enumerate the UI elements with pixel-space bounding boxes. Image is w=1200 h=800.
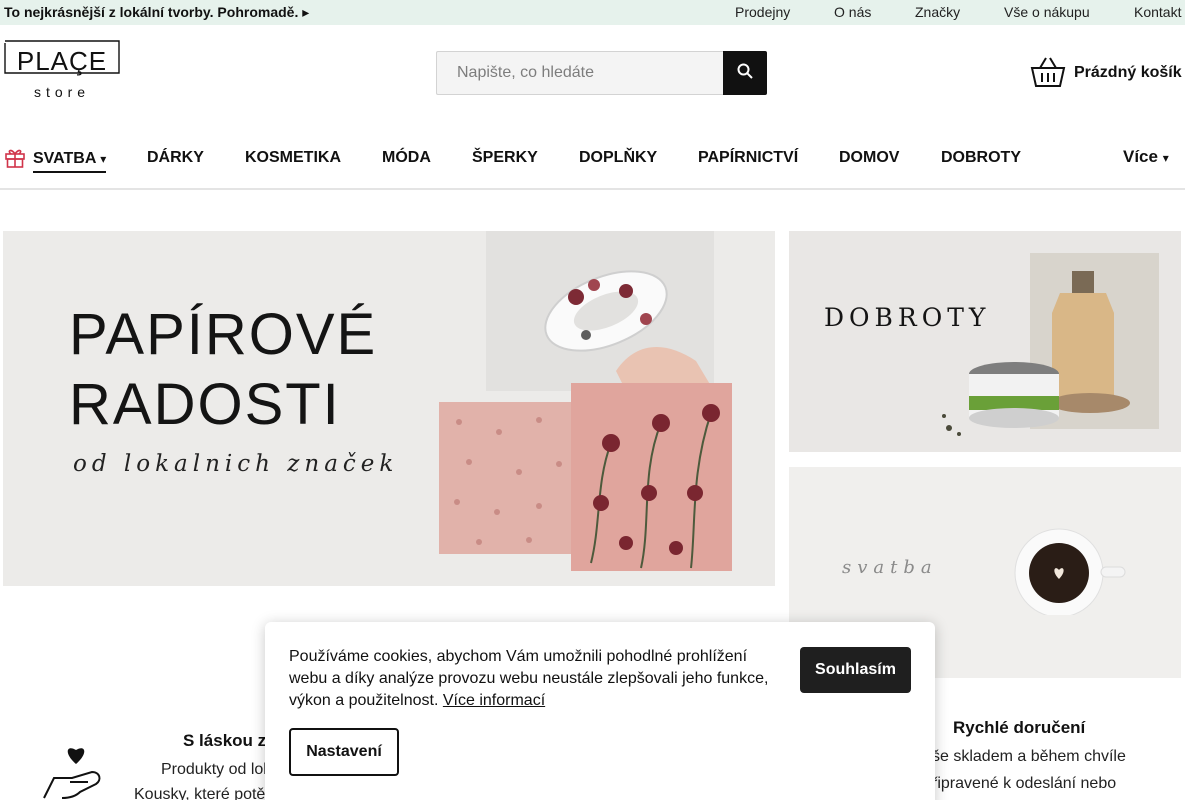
cart-label: Prázdný košík [1074, 64, 1182, 81]
chevron-icon: ▸ [302, 4, 310, 20]
cookie-settings-button[interactable]: Nastavení [289, 728, 399, 776]
cart[interactable]: Prázdný košík [1030, 55, 1185, 91]
paper-pattern-floral [571, 383, 732, 571]
banner-papirove-radosti[interactable]: PAPÍROVÉ RADOSTI od lokalnich značek [3, 231, 775, 586]
feature-love-text-2: Kousky, které potě [134, 786, 266, 800]
top-link-kontakt[interactable]: Kontakt [1134, 4, 1181, 20]
promo-text: To nejkrásnější z lokální tvorby. Pohrom… [4, 4, 310, 20]
nav-item-darky[interactable]: DÁRKY [147, 149, 204, 167]
nav-item-moda[interactable]: MÓDA [382, 149, 431, 167]
cookie-more-info-link[interactable]: Více informací [443, 692, 545, 709]
banner-subtitle: od lokalnich značek [73, 451, 399, 477]
banner-svatba-title: svatba [842, 557, 938, 578]
chevron-down-icon: ▾ [1162, 151, 1169, 165]
top-link-vse-o-nakupu[interactable]: Vše o nákupu [1004, 4, 1090, 20]
search-bar [436, 51, 767, 95]
cookie-message: Používáme cookies, abychom Vám umožnili … [289, 648, 769, 709]
logo[interactable]: PLAÇE store [4, 40, 120, 100]
nav-more-button[interactable]: Více ▾ [1123, 147, 1169, 167]
nav-item-kosmetika[interactable]: KOSMETIKA [245, 149, 341, 167]
nav-item-doplnky[interactable]: DOPLŇKY [579, 149, 657, 167]
top-link-o-nas[interactable]: O nás [834, 4, 871, 20]
chevron-down-icon: ▾ [100, 152, 107, 166]
banner-headline-1: PAPÍROVÉ [69, 302, 378, 367]
coffee-cup-image [1014, 528, 1126, 615]
nav-item-domov[interactable]: DOMOV [839, 149, 899, 167]
top-bar: To nejkrásnější z lokální tvorby. Pohrom… [0, 0, 1185, 25]
nav-item-label: SVATBA ▾ [33, 150, 107, 173]
search-icon [737, 63, 753, 79]
feature-delivery-title: Rychlé doručení [953, 718, 1086, 737]
nav-item-dobroty[interactable]: DOBROTY [941, 149, 1021, 167]
gift-icon [5, 149, 25, 168]
top-link-znacky[interactable]: Značky [915, 4, 960, 20]
top-link-prodejny[interactable]: Prodejny [735, 4, 790, 20]
tea-tin-image [942, 362, 1059, 436]
feature-delivery-text-2: řipravené k odeslání nebo [932, 775, 1117, 792]
search-button[interactable] [723, 51, 767, 95]
banner-headline-2: RADOSTI [69, 372, 341, 437]
cookie-consent-dialog: Používáme cookies, abychom Vám umožnili … [265, 622, 935, 800]
svg-text:PLAÇE: PLAÇE [17, 46, 107, 76]
banner-dobroty[interactable]: DOBROTY [789, 231, 1181, 452]
banner-dobroty-title: DOBROTY [824, 303, 991, 332]
basket-icon [1030, 57, 1066, 87]
page: To nejkrásnější z lokální tvorby. Pohrom… [0, 0, 1200, 800]
feature-delivery-text-1: še skladem a během chvíle [932, 748, 1126, 765]
main-nav: SVATBA ▾ DÁRKY KOSMETIKA MÓDA ŠPERKY DOP… [0, 130, 1185, 190]
logo-icon: PLAÇE store [4, 40, 120, 100]
nav-item-papirnictvi[interactable]: PAPÍRNICTVÍ [698, 149, 798, 167]
search-input[interactable] [436, 51, 724, 95]
heart-hand-icon [43, 748, 101, 799]
washi-tape-image [486, 231, 714, 391]
cookie-accept-button[interactable]: Souhlasím [800, 647, 911, 693]
nav-item-sperky[interactable]: ŠPERKY [472, 149, 538, 167]
feature-love-title: S láskou z [183, 731, 267, 750]
feature-love-text-1: Produkty od lok [161, 761, 272, 778]
svg-text:store: store [34, 84, 90, 100]
